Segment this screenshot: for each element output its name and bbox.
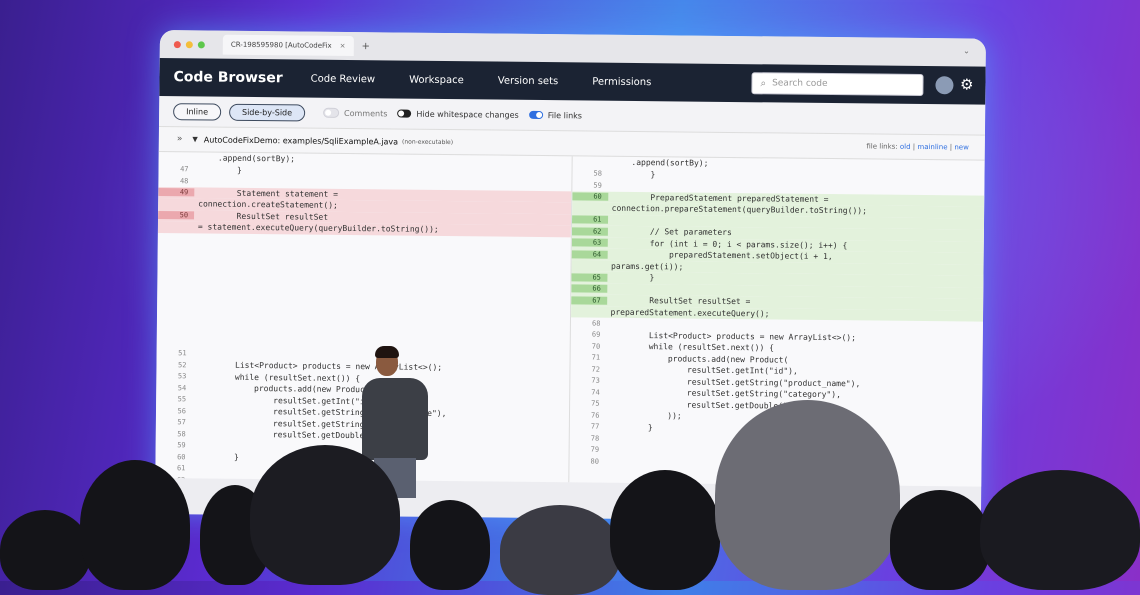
code-text	[193, 296, 569, 300]
nav-link-code-review[interactable]: Code Review	[311, 73, 376, 85]
search-box[interactable]: ⌕ Search code	[751, 72, 923, 96]
audience-head	[610, 470, 720, 590]
code-text	[193, 285, 569, 289]
nav-link-permissions[interactable]: Permissions	[592, 76, 651, 88]
tab-menu-chevron-icon[interactable]: ⌄	[963, 46, 970, 55]
file-name: AutoCodeFixDemo: examples/SqliExampleA.j…	[204, 135, 398, 146]
audience-head	[980, 470, 1140, 590]
line-number[interactable]: 72	[570, 365, 606, 373]
file-links: file links: old | mainline | new	[866, 142, 969, 151]
code-text	[608, 220, 984, 224]
audience-head	[80, 460, 190, 590]
code-text	[608, 185, 984, 189]
line-number[interactable]: 66	[571, 285, 607, 293]
line-number[interactable]: 71	[570, 354, 606, 362]
maximize-window-icon[interactable]	[198, 41, 205, 48]
line-number[interactable]: 55	[156, 395, 192, 403]
line-number[interactable]: 59	[572, 181, 608, 189]
line-number[interactable]: 76	[569, 411, 605, 419]
comments-label: Comments	[344, 108, 387, 117]
line-number[interactable]: 52	[156, 361, 192, 369]
window-controls	[174, 41, 205, 48]
line-number[interactable]: 53	[156, 372, 192, 380]
line-number[interactable]: 73	[570, 377, 606, 385]
line-number[interactable]: 58	[572, 170, 608, 178]
line-number[interactable]: 75	[570, 400, 606, 408]
line-number[interactable]: 62	[571, 227, 607, 235]
gear-icon[interactable]: ⚙	[960, 75, 974, 93]
hide-whitespace-label: Hide whitespace changes	[416, 109, 518, 119]
line-number[interactable]: 60	[572, 193, 608, 201]
nav-link-version-sets[interactable]: Version sets	[498, 75, 559, 87]
file-link-mainline[interactable]: mainline	[917, 143, 947, 151]
line-number[interactable]: 56	[156, 407, 192, 415]
audience-head	[890, 490, 990, 590]
browser-tab[interactable]: CR-198595980 [AutoCodeFix ×	[223, 35, 354, 56]
code-text	[193, 331, 569, 335]
minimize-window-icon[interactable]	[186, 41, 193, 48]
nav-link-workspace[interactable]: Workspace	[409, 74, 464, 86]
side-by-side-view-button[interactable]: Side-by-Side	[229, 103, 305, 121]
line-number[interactable]: 49	[158, 188, 194, 196]
code-text	[194, 262, 570, 266]
presenter-hair	[375, 346, 399, 358]
audience-head	[410, 500, 490, 590]
line-number[interactable]: 74	[570, 388, 606, 396]
hide-whitespace-toggle[interactable]	[397, 109, 411, 117]
line-number[interactable]: 70	[570, 342, 606, 350]
audience-silhouettes	[0, 430, 1140, 581]
line-number[interactable]: 65	[571, 273, 607, 281]
line-number[interactable]: 54	[156, 384, 192, 392]
line-number[interactable]: 48	[158, 177, 194, 185]
file-meta: (non-executable)	[402, 138, 453, 146]
app-brand[interactable]: Code Browser	[173, 69, 282, 86]
code-text	[194, 181, 570, 185]
audience-head	[500, 505, 620, 595]
file-link-sep: |	[950, 143, 952, 151]
file-link-old[interactable]: old	[900, 143, 911, 151]
line-number[interactable]: 50	[158, 211, 194, 219]
collapse-file-triangle-icon[interactable]: ▼	[192, 135, 197, 143]
line-number[interactable]: 69	[570, 331, 606, 339]
line-number[interactable]: 67	[571, 296, 607, 304]
line-number[interactable]: 68	[570, 319, 606, 327]
browser-tab-title: CR-198595980 [AutoCodeFix	[231, 41, 332, 50]
line-number[interactable]: 61	[571, 216, 607, 224]
inline-view-button[interactable]: Inline	[173, 103, 221, 121]
code-text	[193, 273, 569, 277]
user-avatar[interactable]	[935, 76, 953, 94]
file-links-toggle[interactable]	[529, 111, 543, 119]
line-number[interactable]: 57	[156, 418, 192, 426]
file-links-prefix: file links:	[866, 142, 897, 150]
line-number[interactable]: 63	[571, 239, 607, 247]
code-text	[194, 250, 570, 254]
file-links-label: File links	[548, 111, 582, 120]
code-text	[607, 289, 983, 293]
line-number[interactable]: 51	[157, 349, 193, 357]
audience-head	[250, 445, 400, 585]
code-text	[193, 319, 569, 323]
expand-all-chevron-icon[interactable]: »	[177, 134, 183, 144]
file-link-sep: |	[913, 143, 915, 151]
search-icon: ⌕	[760, 78, 766, 89]
audience-head	[0, 510, 90, 590]
new-tab-button[interactable]: +	[361, 41, 370, 52]
audience-head	[715, 400, 900, 590]
search-input[interactable]: Search code	[772, 78, 828, 89]
comments-toggle[interactable]	[323, 108, 339, 118]
line-number[interactable]: 64	[571, 250, 607, 258]
tab-close-icon[interactable]: ×	[340, 42, 346, 50]
line-number[interactable]: 47	[158, 165, 194, 173]
code-text	[606, 323, 982, 327]
code-text	[194, 239, 570, 243]
close-window-icon[interactable]	[174, 41, 181, 48]
file-link-new[interactable]: new	[954, 143, 969, 151]
code-text	[193, 308, 569, 312]
